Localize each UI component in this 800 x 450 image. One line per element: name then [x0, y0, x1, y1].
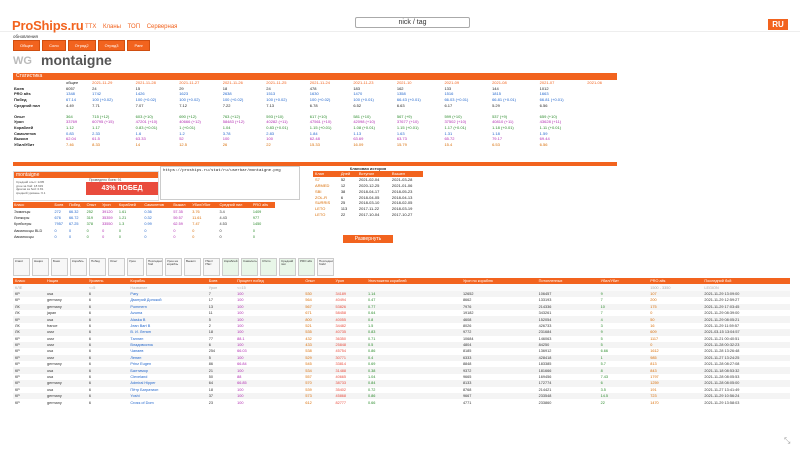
- column-filter-toggle[interactable]: Выжил: [184, 258, 201, 276]
- expand-button[interactable]: Развернуть: [343, 235, 393, 243]
- ship-cell: 22: [600, 400, 605, 405]
- ship-cell: 100: [237, 400, 244, 405]
- class-stats-table: Класс Боев Побед Опыт Урон Кораблей Самолетов В…: [13, 202, 275, 240]
- search-input[interactable]: nick / tag: [355, 17, 470, 28]
- column-filter-toggle[interactable]: PRO alts: [298, 258, 315, 276]
- ship-cell: 6: [88, 400, 91, 405]
- clan-history-row[interactable]: SURRIS 25 2018-03-10 2018-02-05: [313, 200, 423, 206]
- class-stats-cell: 0: [118, 235, 122, 240]
- main-nav: ТТХ Кланы ТОП Серверная: [85, 24, 182, 30]
- column-filter-toggle[interactable]: Боев: [51, 258, 68, 276]
- stats-table: общее 2021-11-29 2021-11-28 2021-11-27 2021-…: [13, 80, 617, 147]
- class-stats-cell: 0: [102, 235, 105, 240]
- column-filter-toggle[interactable]: Опыт: [108, 258, 125, 276]
- stats-cell: Убил/Убит: [14, 141, 35, 147]
- clan-tag[interactable]: WG: [13, 55, 32, 67]
- column-filter-toggle[interactable]: Урон: [127, 258, 144, 276]
- nav-ttx[interactable]: ТТХ: [85, 24, 96, 30]
- updates-label: обновления: [13, 34, 38, 39]
- stats-cell: 6.56: [539, 141, 548, 147]
- stats-cell: 12.5: [179, 141, 187, 147]
- userbar-preview: montaigne Средний опыт: 1205 урон за бой:…: [13, 171, 159, 201]
- stats-cell: 15.33: [309, 141, 320, 147]
- column-filter-toggle[interactable]: Нация: [32, 258, 49, 276]
- win-rate-badge: 43% ПОБЕД: [86, 182, 158, 195]
- player-name: montaigne: [41, 52, 112, 68]
- column-filter-toggle[interactable]: Корабль: [70, 258, 87, 276]
- stats-title: Статистика: [13, 73, 617, 80]
- ship-cell: 612: [305, 400, 312, 405]
- stats-cell: 26: [222, 141, 228, 147]
- ship-cell: 23: [208, 400, 213, 405]
- mode-div3-button[interactable]: Отряд3: [97, 40, 126, 51]
- ship-cell: КР: [15, 400, 20, 405]
- ship-cell: 233860: [538, 400, 552, 405]
- clan-history-cell: 2017-10-04: [358, 211, 380, 217]
- class-stats-cell: 0: [173, 235, 176, 240]
- userbar-lines: Средний опыт: 1205 урон за бой: 18 633 фра…: [16, 180, 46, 195]
- stats-row: Убил/Убит 7.46 8.33 14 12.5 26 22 15.33 16.09 15.…: [13, 142, 617, 148]
- column-filter-toggle[interactable]: Средний пил: [279, 258, 296, 276]
- column-filter-toggle[interactable]: Убил/Убит: [203, 258, 220, 276]
- column-filters: Класс Нация Боев Корабль Побед Опыт Урон Послед…: [13, 258, 334, 276]
- ships-table: Класс Нация Уровень Корабль Боев Процент побе…: [13, 278, 790, 406]
- ship-row[interactable]: КР germany 6 Cross of Dom 23 100 612 82777 0.66 4…: [13, 399, 790, 405]
- column-filter-toggle[interactable]: Сбито: [260, 258, 277, 276]
- mode-div2-button[interactable]: Отряд2: [67, 40, 96, 51]
- class-stats-cell: 0: [219, 235, 222, 240]
- clan-history-cell: 2017-10-27: [391, 211, 413, 217]
- mode-solo-button[interactable]: Соло: [42, 40, 66, 51]
- ship-cell: 2021-11-29 13:58:03: [704, 400, 740, 405]
- column-filter-toggle[interactable]: Класс: [13, 258, 30, 276]
- column-filter-toggle[interactable]: Последний бой2: [317, 258, 334, 276]
- class-stats-cell: 0: [252, 235, 255, 240]
- class-stats-cell: 0: [192, 235, 195, 240]
- stats-cell: 8.33: [92, 141, 100, 147]
- clan-history-cell: 22: [340, 211, 346, 217]
- userbar-url[interactable]: https://proships.ru/stat/ru/userbar/mont…: [160, 166, 300, 200]
- ship-cell: 4771: [462, 400, 472, 405]
- class-stats-cell: 0: [86, 235, 89, 240]
- clan-history-table: Клан Дней Вступил Вышел S7 52 2021-02-04 2021-0…: [313, 171, 423, 217]
- column-filter-toggle[interactable]: Самолеты: [241, 258, 258, 276]
- clan-history-row[interactable]: LETO 22 2017-10-04 2017-10-27: [313, 212, 423, 218]
- nav-top[interactable]: ТОП: [128, 24, 140, 30]
- mode-buttons: Общее Соло Отряд2 Отряд3 Ранг: [13, 40, 150, 51]
- class-stats-row: Авианосцы 0 0 0 0 0 0 0 0 0 0: [13, 234, 275, 240]
- column-filter-toggle[interactable]: Побед: [89, 258, 106, 276]
- nav-clans[interactable]: Кланы: [103, 24, 121, 30]
- stats-cell: 22: [266, 141, 271, 147]
- clan-history-cell: LETO: [315, 211, 326, 217]
- ship-cell: germany: [46, 400, 62, 405]
- ship-cell: 1470: [650, 400, 659, 405]
- stats-cell: 6.53: [492, 141, 500, 147]
- resize-handle-icon[interactable]: ⤡: [784, 436, 790, 446]
- class-stats-cell: 0: [144, 235, 147, 240]
- stats-header-cell: 2021-06: [587, 80, 602, 86]
- ship-cell: 82777: [335, 400, 347, 405]
- language-button[interactable]: RU: [768, 19, 788, 30]
- stats-cell: 15.4: [444, 141, 453, 147]
- stats-cell: 15.79: [396, 141, 407, 147]
- class-stats-cell: Авианосцы: [14, 235, 34, 240]
- ship-cell: 0.66: [367, 400, 376, 405]
- clan-history: Клановая история Клан Дней Вступил Вышел S7 5…: [313, 166, 423, 217]
- top-bar: ProShips.ru ТТХ Кланы ТОП Серверная nick…: [0, 0, 800, 33]
- stats-cell: 7.46: [66, 141, 74, 147]
- class-stats-cell: 0: [54, 235, 57, 240]
- ship-cell: Cross of Dom: [130, 400, 154, 405]
- mode-rank-button[interactable]: Ранг: [127, 40, 150, 51]
- column-filter-toggle[interactable]: Последний бой: [146, 258, 163, 276]
- userbar-name: montaigne: [14, 172, 158, 178]
- class-stats-cell: 0: [68, 235, 72, 240]
- stats-cell: 14: [135, 141, 141, 147]
- site-logo[interactable]: ProShips.ru: [12, 18, 84, 33]
- nav-server[interactable]: Серверная: [147, 24, 178, 30]
- column-filter-toggle[interactable]: Урон на корабль: [165, 258, 182, 276]
- stats-cell: 16.09: [353, 141, 364, 147]
- mode-all-button[interactable]: Общее: [13, 40, 41, 51]
- column-filter-toggle[interactable]: Кораблей: [222, 258, 239, 276]
